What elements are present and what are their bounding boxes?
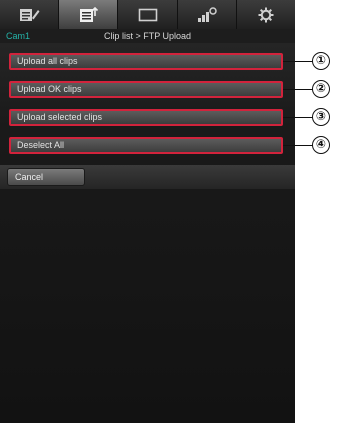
tab-clip-list[interactable]	[59, 0, 119, 29]
cancel-button[interactable]: Cancel	[7, 168, 85, 186]
callout-leader-line	[283, 145, 313, 146]
upload-selected-clips-button[interactable]: Upload selected clips	[9, 109, 283, 126]
callout-marker-2: ②	[312, 80, 330, 98]
tab-network[interactable]	[178, 0, 237, 29]
upload-all-clips-button[interactable]: Upload all clips	[9, 53, 283, 70]
callout-leader-line	[283, 61, 313, 62]
device-screen: Clip list > FTP Upload Cam1 Upload all c…	[0, 0, 295, 423]
callout-marker-1: ①	[312, 52, 330, 70]
tab-display[interactable]	[118, 0, 178, 29]
monitor-icon	[138, 8, 157, 21]
callout-marker-4: ④	[312, 136, 330, 154]
camera-label: Cam1	[6, 31, 31, 41]
deselect-all-button[interactable]: Deselect All	[9, 137, 283, 154]
upload-ok-clips-button[interactable]: Upload OK clips	[9, 81, 283, 98]
pencil-document-icon	[20, 8, 40, 21]
tab-edit[interactable]	[0, 0, 60, 29]
callout-marker-3: ③	[312, 108, 330, 126]
clip-list-icon	[80, 6, 99, 22]
callout-leader-line	[283, 117, 313, 118]
signal-gear-icon	[197, 6, 217, 22]
breadcrumb: Clip list > FTP Upload	[103, 31, 192, 41]
gear-icon	[258, 7, 274, 22]
callout-leader-line	[283, 89, 313, 90]
bottom-bar: Cancel	[0, 165, 295, 189]
tab-settings[interactable]	[237, 0, 295, 29]
tab-bar	[0, 0, 295, 29]
header-bar: Clip list > FTP Upload Cam1	[0, 29, 295, 43]
